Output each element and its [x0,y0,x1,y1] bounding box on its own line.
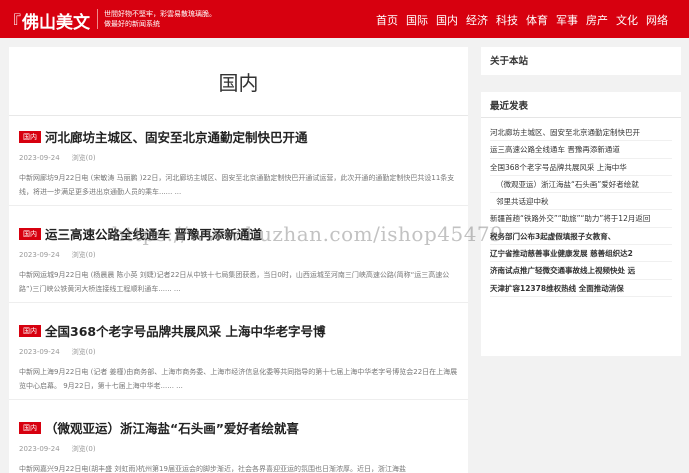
nav-item-network[interactable]: 网络 [646,12,668,28]
nav-item-realestate[interactable]: 房产 [586,12,608,28]
article-views: 浏览(0) [71,251,96,259]
logo-bracket: 『 [4,13,21,33]
category-badge[interactable]: 国内 [19,325,41,337]
nav-item-home[interactable]: 首页 [376,12,398,28]
article-divider [9,205,468,206]
nav-item-culture[interactable]: 文化 [616,12,638,28]
article-summary: 中新网运城9月22日电 (杨晨晨 陈小英 刘婕)记者22日从中铁十七局集团获悉，… [19,271,450,293]
recent-post-link[interactable]: （微观亚运）浙江海盐“石头画”爱好者绘就 [490,176,672,194]
article-meta: 2023-09-24 浏览(0) [19,444,108,454]
site-logo[interactable]: 『佛山美文 [4,8,90,33]
article-date: 2023-09-24 [19,348,60,356]
article-date: 2023-09-24 [19,251,60,259]
main-nav: 首页 国际 国内 经济 科技 体育 军事 房产 文化 网络 [376,12,676,28]
category-badge[interactable]: 国内 [19,228,41,240]
recent-post-link[interactable]: 新疆首趟“铁路外交”“助旅”“助力”将于12月返回 [490,210,672,228]
recent-posts-title: 最近发表 [481,92,681,118]
nav-item-tech[interactable]: 科技 [496,12,518,28]
article-title-link[interactable]: 河北廊坊主城区、固安至北京通勤定制快巴开通 [45,127,308,146]
site-header: 『佛山美文 世間好物不堅牢，彩雲易散琉璃脆。 做最好的新闻系统 首页 国际 国内… [0,0,689,38]
slogan-line-1: 世間好物不堅牢，彩雲易散琉璃脆。 [104,10,216,18]
article-views: 浏览(0) [71,348,96,356]
recent-post-link[interactable]: 全国368个老字号品牌共展风采 上海中华 [490,159,672,176]
article-date: 2023-09-24 [19,154,60,162]
nav-item-military[interactable]: 军事 [556,12,578,28]
watermark-text: https://www.huzhan.com/ishop45479 [112,222,504,246]
recent-post-link[interactable]: 济南试点推广轻微交通事故线上视频快处 远 [490,262,672,280]
nav-item-international[interactable]: 国际 [406,12,428,28]
recent-post-link[interactable]: 税务部门公布3起虚假填报子女教育、 [490,228,672,246]
article-title-link[interactable]: 全国368个老字号品牌共展风采 上海中华老字号博 [45,321,325,340]
about-site-box: 关于本站 [481,47,681,75]
article-date: 2023-09-24 [19,445,60,453]
recent-posts-list: 河北廊坊主城区、固安至北京通勤定制快巴开 运三高速公路全线通车 晋豫再添新通道 … [481,118,681,297]
logo-text: 佛山美文 [22,13,90,33]
article-divider [9,302,468,303]
site-slogan: 世間好物不堅牢，彩雲易散琉璃脆。 做最好的新闻系统 [97,9,232,29]
article-views: 浏览(0) [71,154,96,162]
nav-item-sports[interactable]: 体育 [526,12,548,28]
about-site-title: 关于本站 [490,56,529,67]
article-list-panel: 国内 国内 河北廊坊主城区、固安至北京通勤定制快巴开通 2023-09-24 浏览… [9,47,468,473]
nav-item-economy[interactable]: 经济 [466,12,488,28]
article-summary: 中新网上海9月22日电 (记者 姜槿)由商务部、上海市商务委、上海市经济信息化委… [19,368,458,390]
nav-item-domestic[interactable]: 国内 [436,12,458,28]
article-meta: 2023-09-24 浏览(0) [19,250,108,260]
slogan-line-2: 做最好的新闻系统 [104,20,160,28]
article-divider [9,399,468,400]
article-meta: 2023-09-24 浏览(0) [19,153,108,163]
page-title: 国内 [218,71,259,95]
category-badge[interactable]: 国内 [19,131,41,143]
recent-post-link[interactable]: 辽宁省推动慈善事业健康发展 慈善组织达2 [490,245,672,263]
article-views: 浏览(0) [71,445,96,453]
title-divider [9,115,468,116]
recent-post-link[interactable]: 河北廊坊主城区、固安至北京通勤定制快巴开 [490,124,672,142]
recent-post-link[interactable]: 运三高速公路全线通车 晋豫再添新通道 [490,141,672,159]
article-summary: 中新网廊坊9月22日电 (宋敏涛 马丽鹏 )22日，河北廊坊主城区、固安至北京通… [19,174,455,196]
article-summary: 中新网嘉兴9月22日电(胡丰盛 刘虹雨)杭州第19届亚运会的脚步渐近，社会各界喜… [19,465,406,473]
article-meta: 2023-09-24 浏览(0) [19,347,108,357]
category-badge[interactable]: 国内 [19,422,41,434]
recent-post-link[interactable]: 邻里共话迎中秋 [490,193,672,211]
recent-posts-box: 最近发表 河北廊坊主城区、固安至北京通勤定制快巴开 运三高速公路全线通车 晋豫再… [481,92,681,356]
recent-post-link[interactable]: 天津扩容12378维权热线 全面推动消保 [490,280,672,297]
article-title-link[interactable]: （微观亚运）浙江海盐“石头画”爱好者绘就喜 [45,418,299,437]
